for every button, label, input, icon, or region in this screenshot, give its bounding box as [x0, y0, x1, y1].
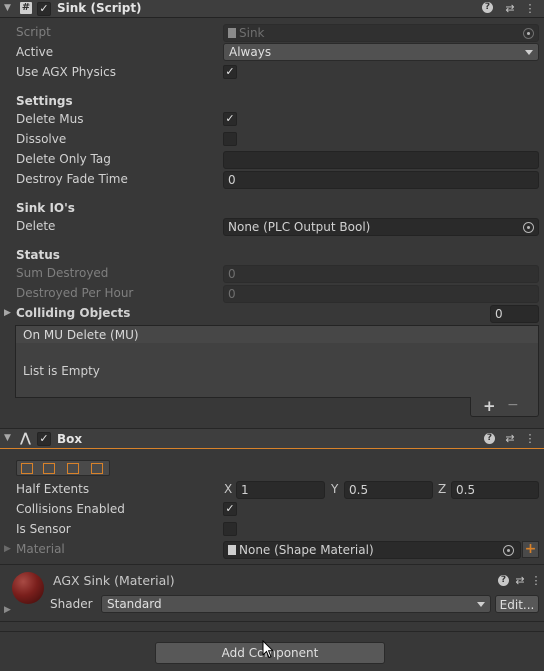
shader-label: Shader	[50, 597, 93, 611]
event-list-body: List is Empty	[15, 343, 539, 398]
agx-shape-icon: ⋀	[20, 431, 31, 446]
is-sensor-checkbox[interactable]	[223, 522, 237, 536]
chevron-down-icon	[477, 602, 485, 607]
shape-create-tool-icon[interactable]	[67, 463, 79, 474]
help-icon[interactable]: ?	[498, 575, 509, 586]
list-footer: + −	[470, 397, 539, 417]
help-icon[interactable]: ?	[482, 2, 493, 13]
component-separator	[0, 621, 544, 622]
colliding-objects-label[interactable]: Colliding Objects	[16, 306, 130, 320]
preset-settings-icon[interactable]: ⇄	[513, 574, 527, 588]
collisions-enabled-checkbox[interactable]: ✓	[223, 502, 237, 516]
script-file-icon	[228, 28, 236, 38]
material-file-icon	[228, 545, 236, 555]
event-title: On MU Delete (MU)	[23, 328, 139, 342]
material-preview-sphere	[12, 572, 44, 604]
material-foldout-icon[interactable]: ▶	[4, 544, 11, 554]
box-component-title: Box	[57, 432, 83, 446]
box-component-header[interactable]: ▼ ⋀ ✓ Box ? ⇄ ⋮	[0, 429, 544, 449]
box-toolbar	[16, 460, 110, 476]
dissolve-label: Dissolve	[16, 132, 67, 146]
delete-mus-checkbox[interactable]: ✓	[223, 112, 237, 126]
more-options-icon[interactable]: ⋮	[523, 2, 537, 16]
material-title: AGX Sink (Material)	[53, 573, 175, 588]
delete-only-tag-field[interactable]	[223, 151, 539, 169]
collisions-enabled-label: Collisions Enabled	[16, 502, 125, 516]
box-enabled-checkbox[interactable]: ✓	[37, 432, 51, 446]
delete-signal-value: None (PLC Output Bool)	[228, 220, 371, 234]
shader-dropdown[interactable]: Standard	[101, 595, 491, 613]
event-header: On MU Delete (MU)	[15, 325, 539, 344]
object-picker-icon	[523, 28, 534, 39]
foldout-arrow-icon[interactable]: ▼	[4, 433, 11, 443]
shape-resize-tool-icon[interactable]	[43, 463, 55, 474]
add-element-button[interactable]: +	[483, 397, 496, 415]
material-object-field[interactable]: None (Shape Material)	[223, 541, 521, 559]
colliding-count-field[interactable]: 0	[490, 305, 539, 323]
y-label: Y	[331, 482, 339, 496]
remove-element-button[interactable]: −	[507, 397, 519, 413]
use-agx-checkbox[interactable]: ✓	[223, 65, 237, 79]
z-label: Z	[438, 482, 447, 496]
create-material-button[interactable]: +	[522, 541, 539, 558]
sum-destroyed-label: Sum Destroyed	[16, 266, 109, 280]
mouse-cursor-icon	[262, 640, 274, 659]
script-hash-icon: #	[20, 2, 32, 14]
component-separator	[0, 564, 544, 565]
delete-mus-label: Delete Mus	[16, 112, 84, 126]
shader-edit-button[interactable]: Edit...	[495, 595, 539, 613]
preset-settings-icon[interactable]: ⇄	[503, 432, 517, 446]
edit-shape-tool-icon[interactable]	[21, 463, 33, 474]
active-label: Active	[16, 45, 54, 59]
delete-label: Delete	[16, 219, 56, 233]
material-label: Material	[16, 542, 65, 556]
sink-enabled-checkbox[interactable]: ✓	[37, 2, 51, 16]
object-picker-icon[interactable]	[523, 222, 534, 233]
script-object-field: Sink	[223, 24, 539, 42]
settings-header: Settings	[16, 94, 73, 108]
is-sensor-label: Is Sensor	[16, 522, 71, 536]
destroyed-per-hour-field: 0	[223, 285, 539, 303]
component-separator	[0, 631, 544, 632]
foldout-arrow-icon[interactable]: ▼	[4, 3, 11, 13]
sum-destroyed-field: 0	[223, 265, 539, 283]
delete-only-tag-label: Delete Only Tag	[16, 152, 111, 166]
shape-visual-tool-icon[interactable]	[91, 463, 103, 474]
help-icon[interactable]: ?	[484, 433, 495, 444]
status-header: Status	[16, 248, 60, 262]
dissolve-checkbox[interactable]	[223, 132, 237, 146]
destroy-fade-field[interactable]: 0	[223, 171, 539, 189]
shader-value: Standard	[107, 597, 162, 611]
sink-component-title: Sink (Script)	[57, 1, 142, 15]
sink-component-header[interactable]: ▼ # ✓ Sink (Script) ? ⇄ ⋮	[0, 0, 544, 18]
object-picker-icon[interactable]	[503, 545, 514, 556]
list-empty-text: List is Empty	[23, 364, 100, 378]
half-extent-y-field[interactable]: 0.5	[344, 481, 433, 499]
chevron-down-icon	[525, 50, 533, 55]
material-value: None (Shape Material)	[239, 543, 374, 557]
colliding-foldout-icon[interactable]: ▶	[4, 308, 11, 318]
script-value: Sink	[239, 26, 265, 40]
half-extents-label: Half Extents	[16, 482, 90, 496]
preset-settings-icon[interactable]: ⇄	[503, 2, 517, 16]
more-options-icon[interactable]: ⋮	[529, 574, 543, 588]
destroy-fade-label: Destroy Fade Time	[16, 172, 128, 186]
sink-io-header: Sink IO's	[16, 201, 75, 215]
half-extent-z-field[interactable]: 0.5	[451, 481, 539, 499]
active-dropdown[interactable]: Always	[223, 43, 539, 61]
delete-signal-field[interactable]: None (PLC Output Bool)	[223, 218, 539, 236]
script-label: Script	[16, 25, 51, 39]
use-agx-label: Use AGX Physics	[16, 65, 116, 79]
material-expand-icon[interactable]: ▶	[4, 605, 11, 615]
active-value: Always	[229, 45, 272, 59]
destroyed-per-hour-label: Destroyed Per Hour	[16, 286, 134, 300]
more-options-icon[interactable]: ⋮	[523, 432, 537, 446]
x-label: X	[224, 482, 233, 496]
half-extent-x-field[interactable]: 1	[236, 481, 325, 499]
